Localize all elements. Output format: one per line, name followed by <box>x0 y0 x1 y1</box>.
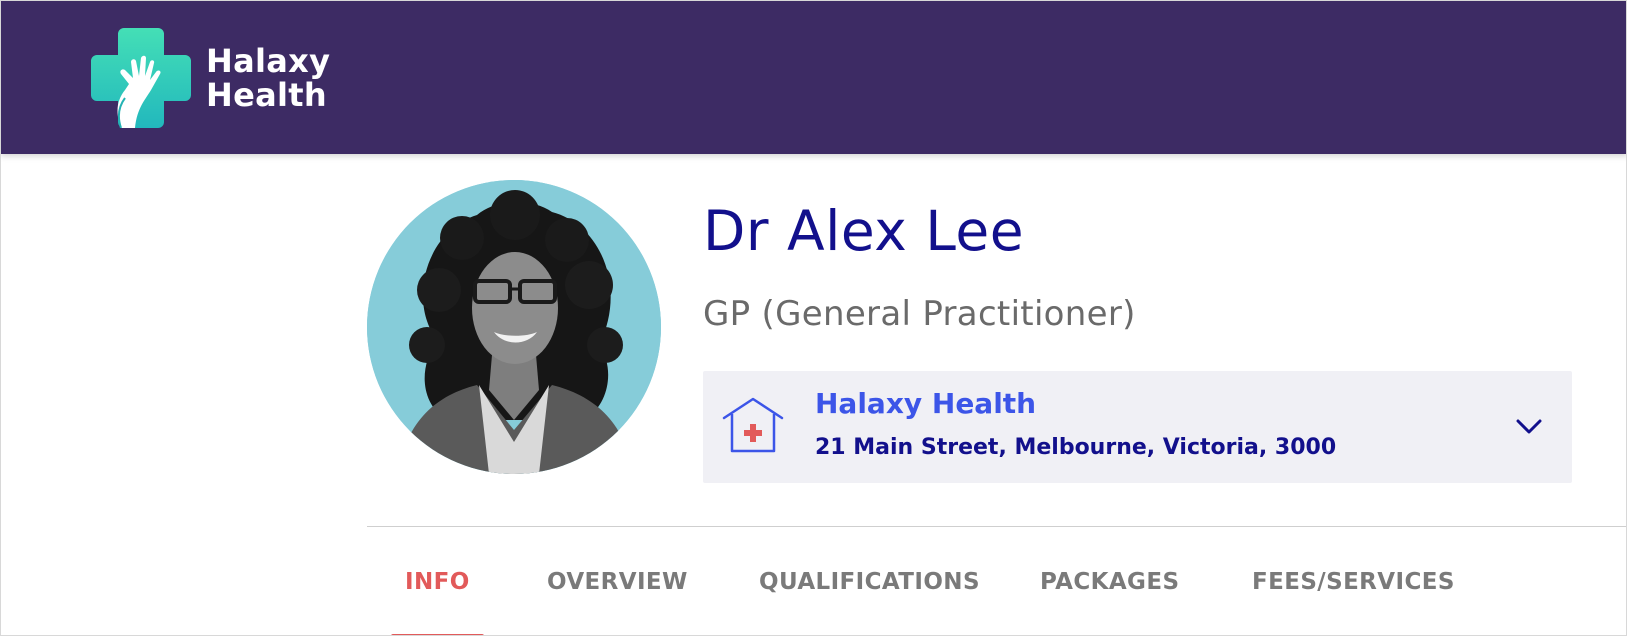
section-divider <box>367 526 1626 527</box>
practitioner-avatar <box>367 180 661 474</box>
tab-label: QUALIFICATIONS <box>759 569 980 595</box>
clinic-house-icon <box>722 397 784 453</box>
tab-label: INFO <box>405 569 470 595</box>
logo-line-2: Health <box>206 76 327 114</box>
chevron-down-icon[interactable] <box>1514 411 1544 441</box>
tab-qualifications[interactable]: QUALIFICATIONS <box>759 569 980 635</box>
profile-tabs: INFO OVERVIEW QUALIFICATIONS PACKAGES FE… <box>367 569 1626 635</box>
tab-fees-services[interactable]: FEES/SERVICES <box>1252 569 1455 635</box>
page: Halaxy Health Dr Alex Lee GP (General Pr… <box>0 0 1627 636</box>
practitioner-photo <box>367 180 661 474</box>
halaxy-logo[interactable]: Halaxy Health <box>91 28 330 128</box>
top-navigation-bar: Halaxy Health <box>1 1 1626 154</box>
tab-overview[interactable]: OVERVIEW <box>547 569 688 635</box>
clinic-address: 21 Main Street, Melbourne, Victoria, 300… <box>815 435 1337 460</box>
practitioner-specialty: GP (General Practitioner) <box>703 294 1136 334</box>
location-selector[interactable]: Halaxy Health 21 Main Street, Melbourne,… <box>703 371 1572 483</box>
cross-hand-icon <box>91 28 191 128</box>
tab-label: PACKAGES <box>1040 569 1180 595</box>
tab-label: FEES/SERVICES <box>1252 569 1455 595</box>
logo-line-1: Halaxy <box>206 42 331 80</box>
tab-packages[interactable]: PACKAGES <box>1040 569 1180 635</box>
clinic-name-link[interactable]: Halaxy Health <box>815 387 1036 420</box>
tab-info[interactable]: INFO <box>391 569 484 635</box>
practitioner-name: Dr Alex Lee <box>703 199 1025 263</box>
logo-wordmark: Halaxy Health <box>206 44 330 112</box>
tab-label: OVERVIEW <box>547 569 688 595</box>
